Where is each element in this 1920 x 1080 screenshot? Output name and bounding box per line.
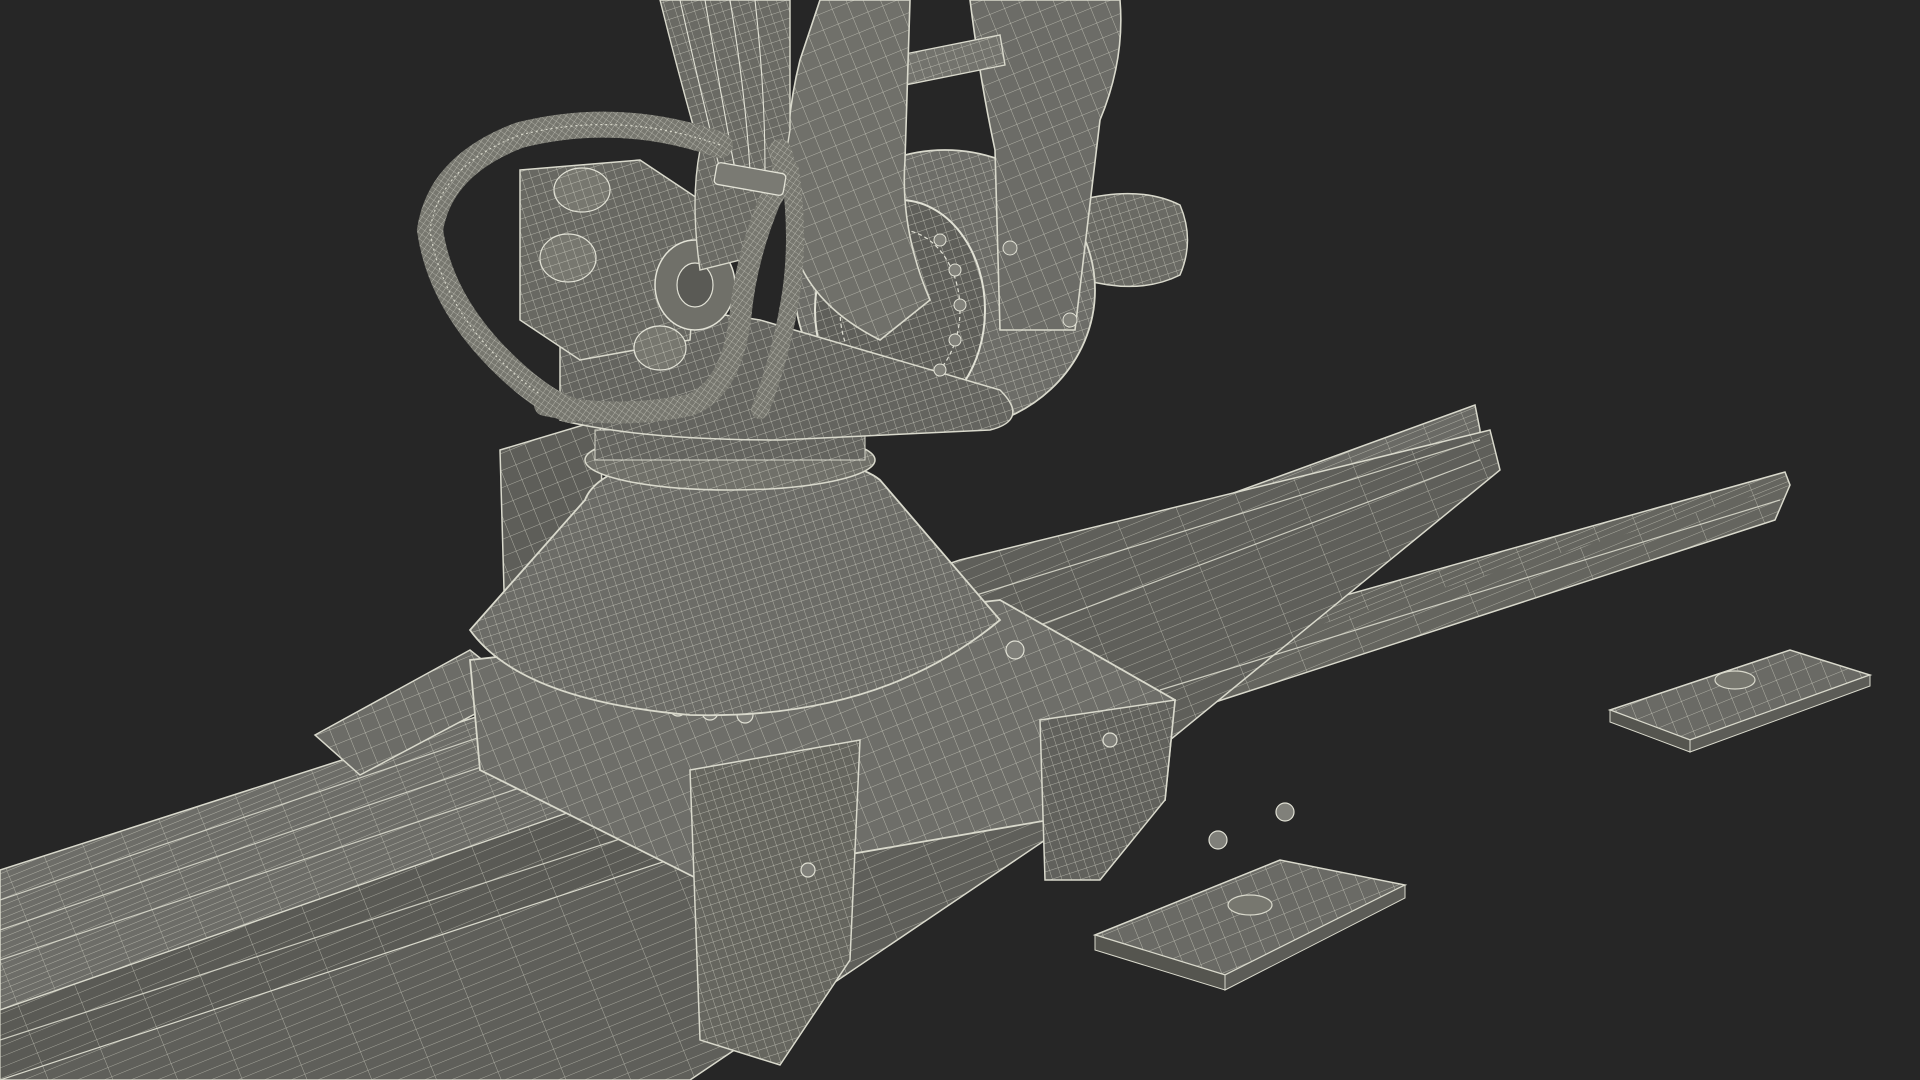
rail-mounting-foot-front	[1092, 859, 1408, 991]
robot-base-pedestal	[468, 419, 1002, 717]
robot-on-rail-wireframe	[0, 0, 1873, 1080]
rail-mounting-foot-rear	[1607, 649, 1873, 753]
wireframe-render-viewport	[0, 0, 1920, 1080]
